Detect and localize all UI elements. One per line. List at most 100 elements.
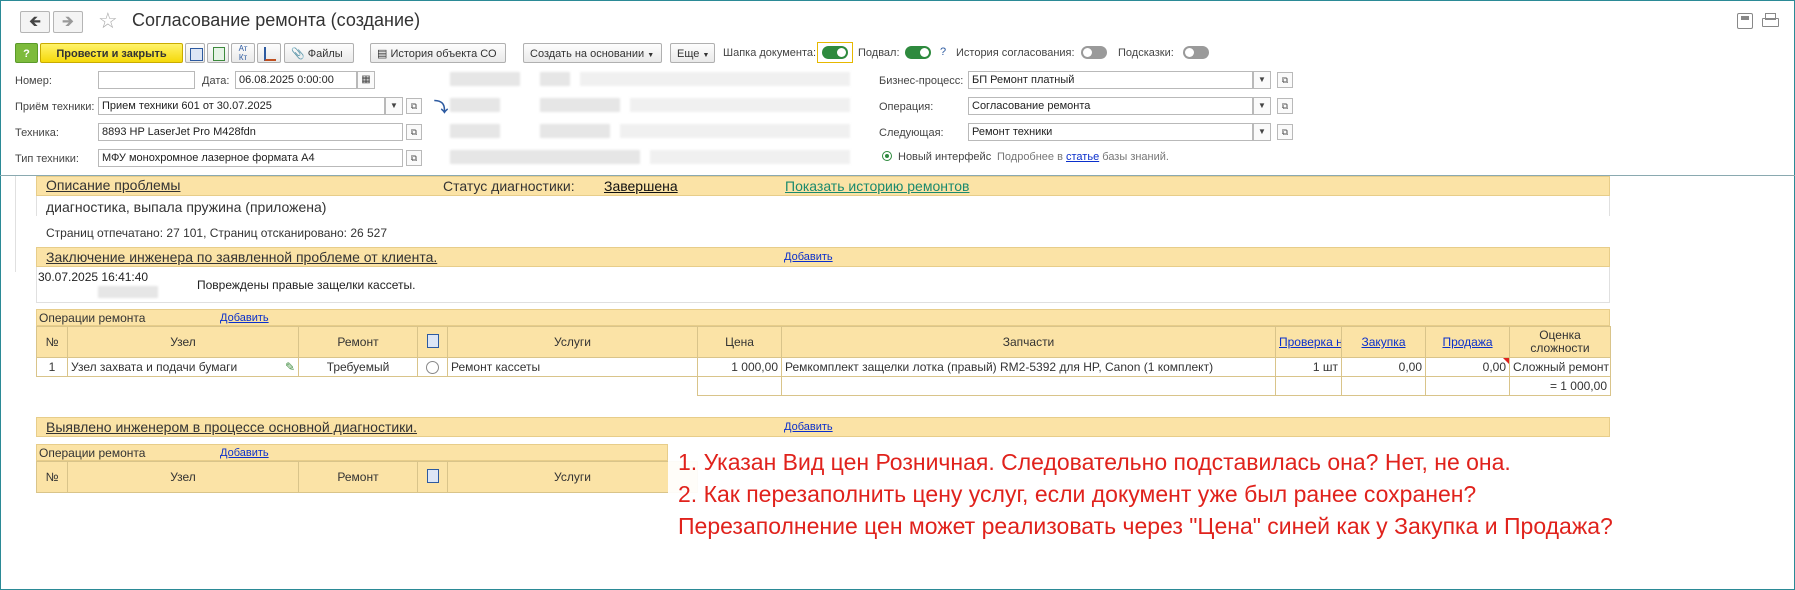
help-button[interactable]: ? — [15, 43, 38, 63]
found-ops-title: Операции ремонта — [39, 446, 146, 460]
cell-parts[interactable]: Ремкомплект защелки лотка (правый) RM2-5… — [781, 357, 1276, 377]
dt-kt-button[interactable]: Ат Кт — [231, 43, 255, 63]
problem-title[interactable]: Описание проблемы — [46, 177, 181, 193]
forward-button[interactable]: 🡺 — [53, 11, 83, 33]
found-add-link[interactable]: Добавить — [784, 421, 833, 433]
more-button[interactable]: Еще ▼ — [670, 43, 715, 63]
printer-icon[interactable] — [1762, 13, 1779, 27]
bp-input[interactable]: БП Ремонт платный — [968, 71, 1253, 89]
found-ops-add-link[interactable]: Добавить — [220, 447, 269, 459]
chevron-down-icon: ▼ — [647, 52, 655, 59]
cell-repair[interactable]: Требуемый — [298, 357, 418, 377]
chevron-down-icon: ▼ — [702, 52, 710, 59]
back-button[interactable]: 🡸 — [20, 11, 50, 33]
new-interface-radio[interactable] — [882, 151, 892, 161]
repair-ops-add-link[interactable]: Добавить — [220, 312, 269, 324]
refresh-arrow-icon[interactable]: ⤵ — [434, 97, 448, 117]
cell-price[interactable]: 1 000,00 — [697, 357, 782, 377]
problem-description: диагностика, выпала пружина (приложена) — [46, 199, 327, 215]
save-icon[interactable] — [1737, 13, 1753, 29]
next-dropdown-icon[interactable]: ▼ — [1253, 123, 1271, 141]
approval-history-toggle[interactable] — [1081, 46, 1107, 59]
table-row[interactable]: 1 Узел захвата и подачи бумаги ✎ Требуемы… — [36, 357, 1611, 377]
annotation-overlay: 1. Указан Вид цен Розничная. Следователь… — [668, 445, 1788, 545]
post-doc-icon — [213, 47, 225, 61]
cell-purchase[interactable]: 0,00 — [1341, 357, 1426, 377]
col-parts: Запчасти — [781, 326, 1276, 358]
diagnostic-status-label: Статус диагностики: — [443, 178, 575, 194]
operation-dropdown-icon[interactable]: ▼ — [1253, 97, 1271, 115]
repair-history-link[interactable]: Показать историю ремонтов — [785, 178, 969, 194]
bp-open-icon[interactable]: ⧉ — [1277, 72, 1293, 88]
number-input[interactable] — [98, 71, 195, 89]
operation-open-icon[interactable]: ⧉ — [1277, 98, 1293, 114]
structure-button[interactable] — [257, 43, 281, 63]
bp-dropdown-icon[interactable]: ▼ — [1253, 71, 1271, 89]
col-sale[interactable]: Продажа — [1425, 326, 1510, 358]
purchase-link[interactable]: Закупка — [1362, 335, 1406, 349]
next-label: Следующая: — [879, 127, 944, 139]
sale-link[interactable]: Продажа — [1442, 335, 1492, 349]
availability-link[interactable]: Проверка наличия — [1279, 335, 1341, 349]
disk-icon — [190, 48, 203, 61]
equipment-type-open-icon[interactable]: ⧉ — [406, 150, 422, 166]
create-basis-button[interactable]: Создать на основании ▼ — [523, 43, 662, 63]
cell-radio[interactable] — [417, 357, 448, 377]
redacted-block — [540, 98, 620, 112]
col-copy[interactable] — [417, 461, 448, 493]
reception-input[interactable]: Прием техники 601 от 30.07.2025 — [98, 97, 385, 115]
conclusion-add-link[interactable]: Добавить — [784, 251, 833, 263]
cell-services[interactable]: Ремонт кассеты — [447, 357, 698, 377]
kb-prefix: Подробнее в — [997, 151, 1063, 163]
date-input[interactable]: 06.08.2025 0:00:00 — [235, 71, 357, 89]
col-complexity: Оценка сложности — [1509, 326, 1611, 358]
post-and-close-button[interactable]: Провести и закрыть — [40, 43, 183, 63]
error-marker-icon — [1503, 358, 1509, 364]
reception-label: Приём техники: — [15, 101, 95, 113]
equipment-open-icon[interactable]: ⧉ — [406, 124, 422, 140]
annotation-line-2: 2. Как перезаполнить цену услуг, если до… — [678, 481, 1477, 507]
diagnostic-status-value[interactable]: Завершена — [604, 178, 678, 194]
total-parts-cell — [781, 376, 1276, 396]
repair-ops-header — [36, 309, 1610, 326]
total-empty — [36, 376, 698, 396]
date-label: Дата: — [202, 75, 230, 87]
radio-empty-icon — [426, 361, 439, 375]
total-price-cell — [697, 376, 782, 396]
conclusion-title[interactable]: Заключение инженера по заявленной пробле… — [46, 249, 437, 265]
cell-node[interactable]: Узел захвата и подачи бумаги ✎ — [67, 357, 299, 377]
operation-input[interactable]: Согласование ремонта — [968, 97, 1253, 115]
redacted-block — [540, 72, 570, 86]
next-input[interactable]: Ремонт техники — [968, 123, 1253, 141]
found-title[interactable]: Выявлено инженером в процессе основной д… — [46, 419, 417, 435]
redacted-block — [98, 286, 158, 298]
post-button[interactable] — [207, 43, 229, 63]
star-icon[interactable]: ☆ — [98, 8, 118, 34]
save-doc-button[interactable] — [185, 43, 205, 63]
doc-header-toggle[interactable] — [822, 46, 848, 59]
cell-sale[interactable]: 0,00 — [1425, 357, 1510, 377]
equipment-input[interactable]: 8893 HP LaserJet Pro M428fdn — [98, 123, 403, 141]
footer-toggle[interactable] — [905, 46, 931, 59]
col-num: № — [36, 461, 68, 493]
structure-icon — [264, 47, 276, 61]
files-button[interactable]: 📎 Файлы — [284, 43, 354, 63]
next-open-icon[interactable]: ⧉ — [1277, 124, 1293, 140]
question-icon[interactable]: ? — [940, 46, 946, 58]
kb-link[interactable]: статье — [1066, 151, 1099, 163]
calendar-icon[interactable]: ▦ — [357, 71, 375, 89]
equipment-type-input[interactable]: МФУ монохромное лазерное формата A4 — [98, 149, 403, 167]
more-label: Еще — [677, 48, 700, 60]
operation-label: Операция: — [879, 101, 934, 113]
cell-node-text: Узел захвата и подачи бумаги — [71, 360, 238, 374]
col-purchase[interactable]: Закупка — [1341, 326, 1426, 358]
paperclip-icon: 📎 — [291, 48, 305, 60]
cell-complexity[interactable]: Сложный ремонт — [1509, 357, 1611, 377]
reception-open-icon[interactable]: ⧉ — [406, 98, 422, 114]
hints-toggle[interactable] — [1183, 46, 1209, 59]
history-object-button[interactable]: ▤ История объекта СО — [370, 43, 506, 63]
col-copy[interactable] — [417, 326, 448, 358]
col-availability[interactable]: Проверка наличия — [1275, 326, 1342, 358]
reception-dropdown-icon[interactable]: ▼ — [385, 97, 403, 115]
pencil-icon[interactable]: ✎ — [285, 360, 295, 374]
